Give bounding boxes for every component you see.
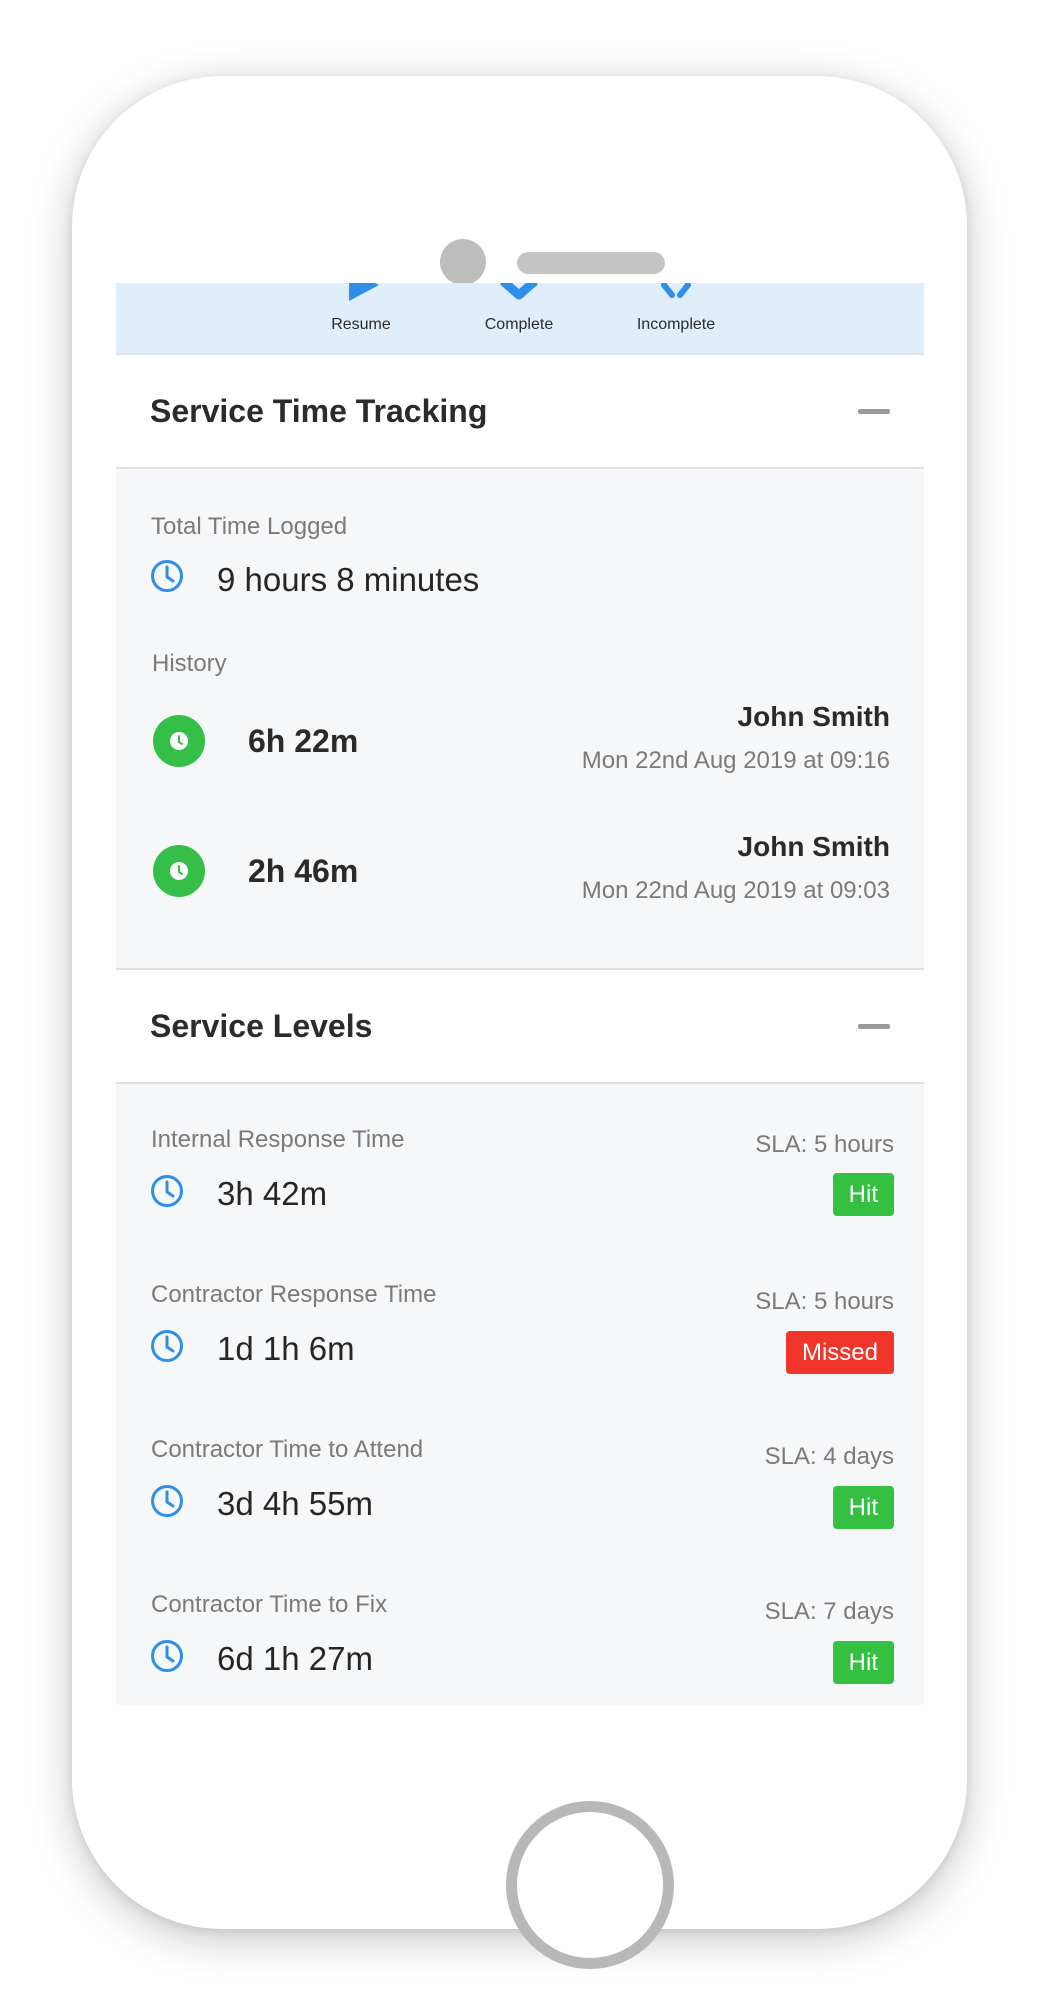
clock-icon [151,1175,183,1207]
check-icon [449,283,589,303]
status-badge: Missed [785,1331,894,1374]
history-label: History [152,650,227,677]
complete-label: Complete [484,316,554,333]
sla-target: SLA: 5 hours [755,1131,894,1158]
clock-icon [151,1640,183,1672]
clock-icon [153,845,205,897]
collapse-icon[interactable] [858,409,890,414]
home-button[interactable] [506,1801,674,1969]
history-date: Mon 22nd Aug 2019 at 09:16 [581,747,890,774]
service-level-value: 3d 4h 55m [217,1485,373,1522]
resume-label: Resume [331,316,391,333]
camera-icon [440,239,486,285]
clock-icon [151,1485,183,1517]
cross-icon [606,283,746,303]
service-level-label: Contractor Time to Attend [151,1436,424,1463]
play-icon [291,283,431,303]
action-bar: Resume Complete Incomplete [116,283,924,355]
total-time-value: 9 hours 8 minutes [217,561,480,598]
clock-icon [153,715,205,767]
sla-target: SLA: 5 hours [755,1288,894,1315]
sla-target: SLA: 7 days [764,1598,894,1625]
app-screen: Resume Complete Incomplete Service Time … [116,283,924,1705]
clock-icon [151,560,183,592]
section-title: Service Levels [150,1008,373,1044]
complete-button[interactable]: Complete [449,283,589,353]
status-badge: Hit [832,1641,894,1684]
collapse-icon[interactable] [858,1024,890,1029]
service-level-value: 1d 1h 6m [217,1330,355,1367]
status-badge: Hit [832,1486,894,1529]
history-duration: 6h 22m [248,723,359,759]
incomplete-button[interactable]: Incomplete [606,283,746,353]
resume-button[interactable]: Resume [291,283,431,353]
time-tracking-header[interactable]: Service Time Tracking [116,353,924,469]
sla-target: SLA: 4 days [764,1443,894,1470]
service-level-label: Contractor Time to Fix [151,1591,388,1618]
total-time-label: Total Time Logged [151,513,348,540]
history-date: Mon 22nd Aug 2019 at 09:03 [581,877,890,904]
service-level-label: Contractor Response Time [151,1281,437,1308]
service-levels-header[interactable]: Service Levels [116,968,924,1084]
history-user: John Smith [737,831,890,862]
section-title: Service Time Tracking [150,393,488,429]
history-duration: 2h 46m [248,853,359,889]
clock-icon [151,1330,183,1362]
incomplete-label: Incomplete [636,316,716,333]
service-level-value: 3h 42m [217,1175,328,1212]
status-badge: Hit [832,1173,894,1216]
history-user: John Smith [737,701,890,732]
service-level-value: 6d 1h 27m [217,1640,373,1677]
speaker-grille [517,252,665,274]
service-level-label: Internal Response Time [151,1126,405,1153]
